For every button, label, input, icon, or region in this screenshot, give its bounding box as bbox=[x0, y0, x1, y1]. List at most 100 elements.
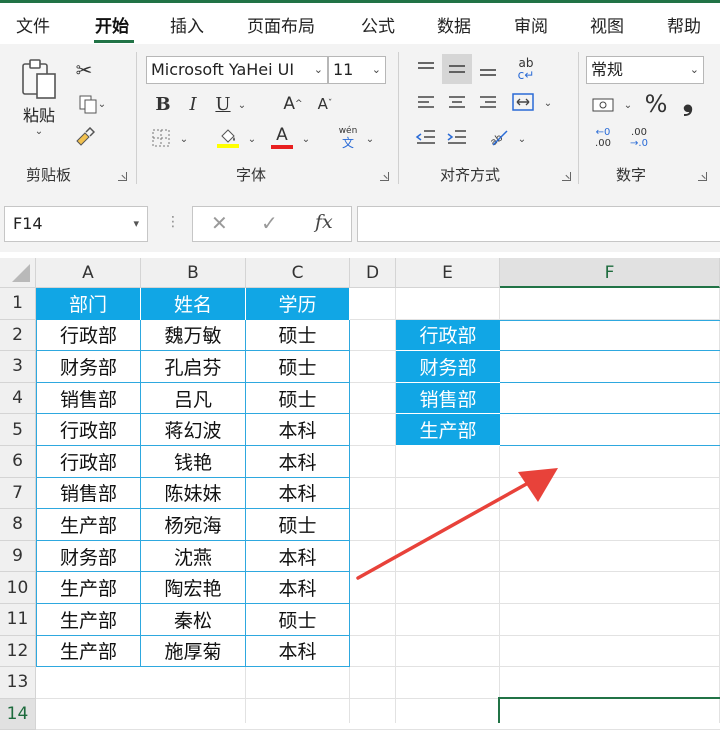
tab-view[interactable]: 视图 bbox=[590, 12, 624, 37]
cell-e5[interactable]: 生产部 bbox=[396, 414, 500, 446]
cell-a9[interactable]: 财务部 bbox=[36, 540, 141, 573]
formula-bar-grip-icon[interactable]: ⋮ bbox=[166, 214, 180, 230]
align-middle-icon[interactable] bbox=[442, 54, 472, 84]
underline-icon[interactable]: U bbox=[212, 92, 234, 116]
confirm-entry-icon[interactable]: ✓ bbox=[261, 211, 278, 235]
cell-b5[interactable]: 蒋幻波 bbox=[141, 414, 246, 446]
cut-icon[interactable]: ✂ bbox=[72, 58, 96, 82]
cell-f5[interactable] bbox=[500, 414, 720, 446]
orientation-dropdown-icon[interactable]: ⌄ bbox=[516, 130, 528, 148]
cell-a2[interactable]: 行政部 bbox=[36, 319, 141, 352]
copy-button[interactable]: ⌄ bbox=[70, 92, 114, 116]
paste-button[interactable]: 粘贴 ⌄ bbox=[16, 58, 62, 150]
bold-icon[interactable]: B bbox=[152, 92, 174, 116]
font-name-select[interactable]: Microsoft YaHei UI ⌄ bbox=[146, 56, 328, 84]
cell-c6[interactable]: 本科 bbox=[246, 446, 350, 478]
cell-a7[interactable]: 销售部 bbox=[36, 477, 141, 510]
cell-f4[interactable] bbox=[500, 383, 720, 415]
row-header-2[interactable]: 2 bbox=[0, 319, 36, 352]
cell-c9[interactable]: 本科 bbox=[246, 540, 350, 573]
clipboard-launcher-icon[interactable] bbox=[118, 172, 127, 181]
tab-review[interactable]: 审阅 bbox=[514, 12, 548, 37]
cell-b7[interactable]: 陈妹妹 bbox=[141, 477, 246, 510]
row-header-7[interactable]: 7 bbox=[0, 477, 36, 510]
tab-home[interactable]: 开始 bbox=[95, 12, 129, 37]
tab-formulas[interactable]: 公式 bbox=[361, 12, 395, 37]
tab-help[interactable]: 帮助 bbox=[667, 12, 701, 37]
cell-b11[interactable]: 秦松 bbox=[141, 604, 246, 636]
column-header-c[interactable]: C bbox=[246, 258, 350, 288]
cell-b2[interactable]: 魏万敏 bbox=[141, 319, 246, 352]
cell-b10[interactable]: 陶宏艳 bbox=[141, 572, 246, 604]
font-size-select[interactable]: 11 ⌄ bbox=[328, 56, 386, 84]
name-box[interactable]: F14 ▾ bbox=[4, 206, 148, 242]
cell-b4[interactable]: 吕凡 bbox=[141, 382, 246, 415]
cell-b9[interactable]: 沈燕 bbox=[141, 540, 246, 573]
decrease-font-icon[interactable]: Aˇ bbox=[312, 92, 338, 116]
orientation-icon[interactable]: ab bbox=[484, 122, 514, 152]
tab-page-layout[interactable]: 页面布局 bbox=[247, 12, 315, 37]
column-header-e[interactable]: E bbox=[396, 258, 500, 288]
cell-a12[interactable]: 生产部 bbox=[36, 635, 141, 668]
cell-c12[interactable]: 本科 bbox=[246, 635, 350, 668]
tab-insert[interactable]: 插入 bbox=[170, 12, 204, 37]
italic-icon[interactable]: I bbox=[182, 92, 204, 116]
row-header-8[interactable]: 8 bbox=[0, 509, 36, 541]
number-format-select[interactable]: 常规 ⌄ bbox=[586, 56, 704, 84]
align-center-icon[interactable] bbox=[443, 90, 471, 116]
cell-c5[interactable]: 本科 bbox=[246, 414, 350, 446]
fill-color-dropdown-icon[interactable]: ⌄ bbox=[246, 130, 258, 148]
tab-file[interactable]: 文件 bbox=[16, 12, 50, 37]
row-header-5[interactable]: 5 bbox=[0, 414, 36, 446]
decrease-indent-icon[interactable] bbox=[412, 124, 440, 150]
align-bottom-icon[interactable] bbox=[474, 56, 502, 82]
cell-c3[interactable]: 硕士 bbox=[246, 351, 350, 383]
align-right-icon[interactable] bbox=[474, 90, 502, 116]
formula-input[interactable] bbox=[357, 206, 720, 242]
cell-b1[interactable]: 姓名 bbox=[141, 288, 246, 320]
accounting-format-icon[interactable] bbox=[588, 92, 618, 118]
column-header-f[interactable]: F bbox=[500, 258, 720, 288]
row-header-14[interactable]: 14 bbox=[0, 698, 36, 730]
row-header-10[interactable]: 10 bbox=[0, 572, 36, 604]
increase-indent-icon[interactable] bbox=[443, 124, 471, 150]
column-header-b[interactable]: B bbox=[141, 258, 246, 288]
increase-font-icon[interactable]: A ^ bbox=[280, 92, 306, 116]
font-launcher-icon[interactable] bbox=[380, 172, 389, 181]
row-header-3[interactable]: 3 bbox=[0, 351, 36, 383]
increase-decimal-icon[interactable]: ←0.00 bbox=[588, 124, 618, 152]
phonetic-dropdown-icon[interactable]: ⌄ bbox=[364, 130, 376, 148]
underline-dropdown-icon[interactable]: ⌄ bbox=[236, 96, 248, 114]
cell-e3[interactable]: 财务部 bbox=[396, 351, 500, 383]
cell-a5[interactable]: 行政部 bbox=[36, 414, 141, 446]
percent-style-icon[interactable]: % bbox=[642, 90, 670, 118]
merge-dropdown-icon[interactable]: ⌄ bbox=[542, 94, 554, 112]
cell-c1[interactable]: 学历 bbox=[246, 288, 350, 320]
cell-c4[interactable]: 硕士 bbox=[246, 382, 350, 415]
cell-a1[interactable]: 部门 bbox=[36, 288, 141, 320]
format-painter-icon[interactable] bbox=[72, 126, 96, 150]
cell-c2[interactable]: 硕士 bbox=[246, 319, 350, 352]
phonetic-guide-icon[interactable]: wén 文 bbox=[332, 124, 364, 152]
cell-f3[interactable] bbox=[500, 351, 720, 383]
decrease-decimal-icon[interactable]: .00 →.0 bbox=[624, 124, 654, 152]
cell-c8[interactable]: 硕士 bbox=[246, 509, 350, 541]
cell-a8[interactable]: 生产部 bbox=[36, 509, 141, 541]
cell-e4[interactable]: 销售部 bbox=[396, 382, 500, 415]
accounting-dropdown-icon[interactable]: ⌄ bbox=[622, 96, 634, 114]
row-header-13[interactable]: 13 bbox=[0, 667, 36, 699]
cell-a3[interactable]: 财务部 bbox=[36, 351, 141, 383]
border-icon[interactable] bbox=[148, 126, 174, 150]
number-launcher-icon[interactable] bbox=[698, 172, 707, 181]
cell-a4[interactable]: 销售部 bbox=[36, 382, 141, 415]
cell-b12[interactable]: 施厚菊 bbox=[141, 635, 246, 668]
cancel-entry-icon[interactable]: ✕ bbox=[211, 211, 228, 235]
select-all-corner[interactable] bbox=[0, 258, 36, 288]
font-color-icon[interactable]: A bbox=[268, 122, 296, 152]
cell-b8[interactable]: 杨宛海 bbox=[141, 509, 246, 541]
cell-e2[interactable]: 行政部 bbox=[396, 319, 500, 352]
row-header-12[interactable]: 12 bbox=[0, 635, 36, 668]
cell-f2[interactable] bbox=[500, 319, 720, 352]
merge-center-icon[interactable] bbox=[508, 88, 538, 116]
cell-c10[interactable]: 本科 bbox=[246, 572, 350, 604]
